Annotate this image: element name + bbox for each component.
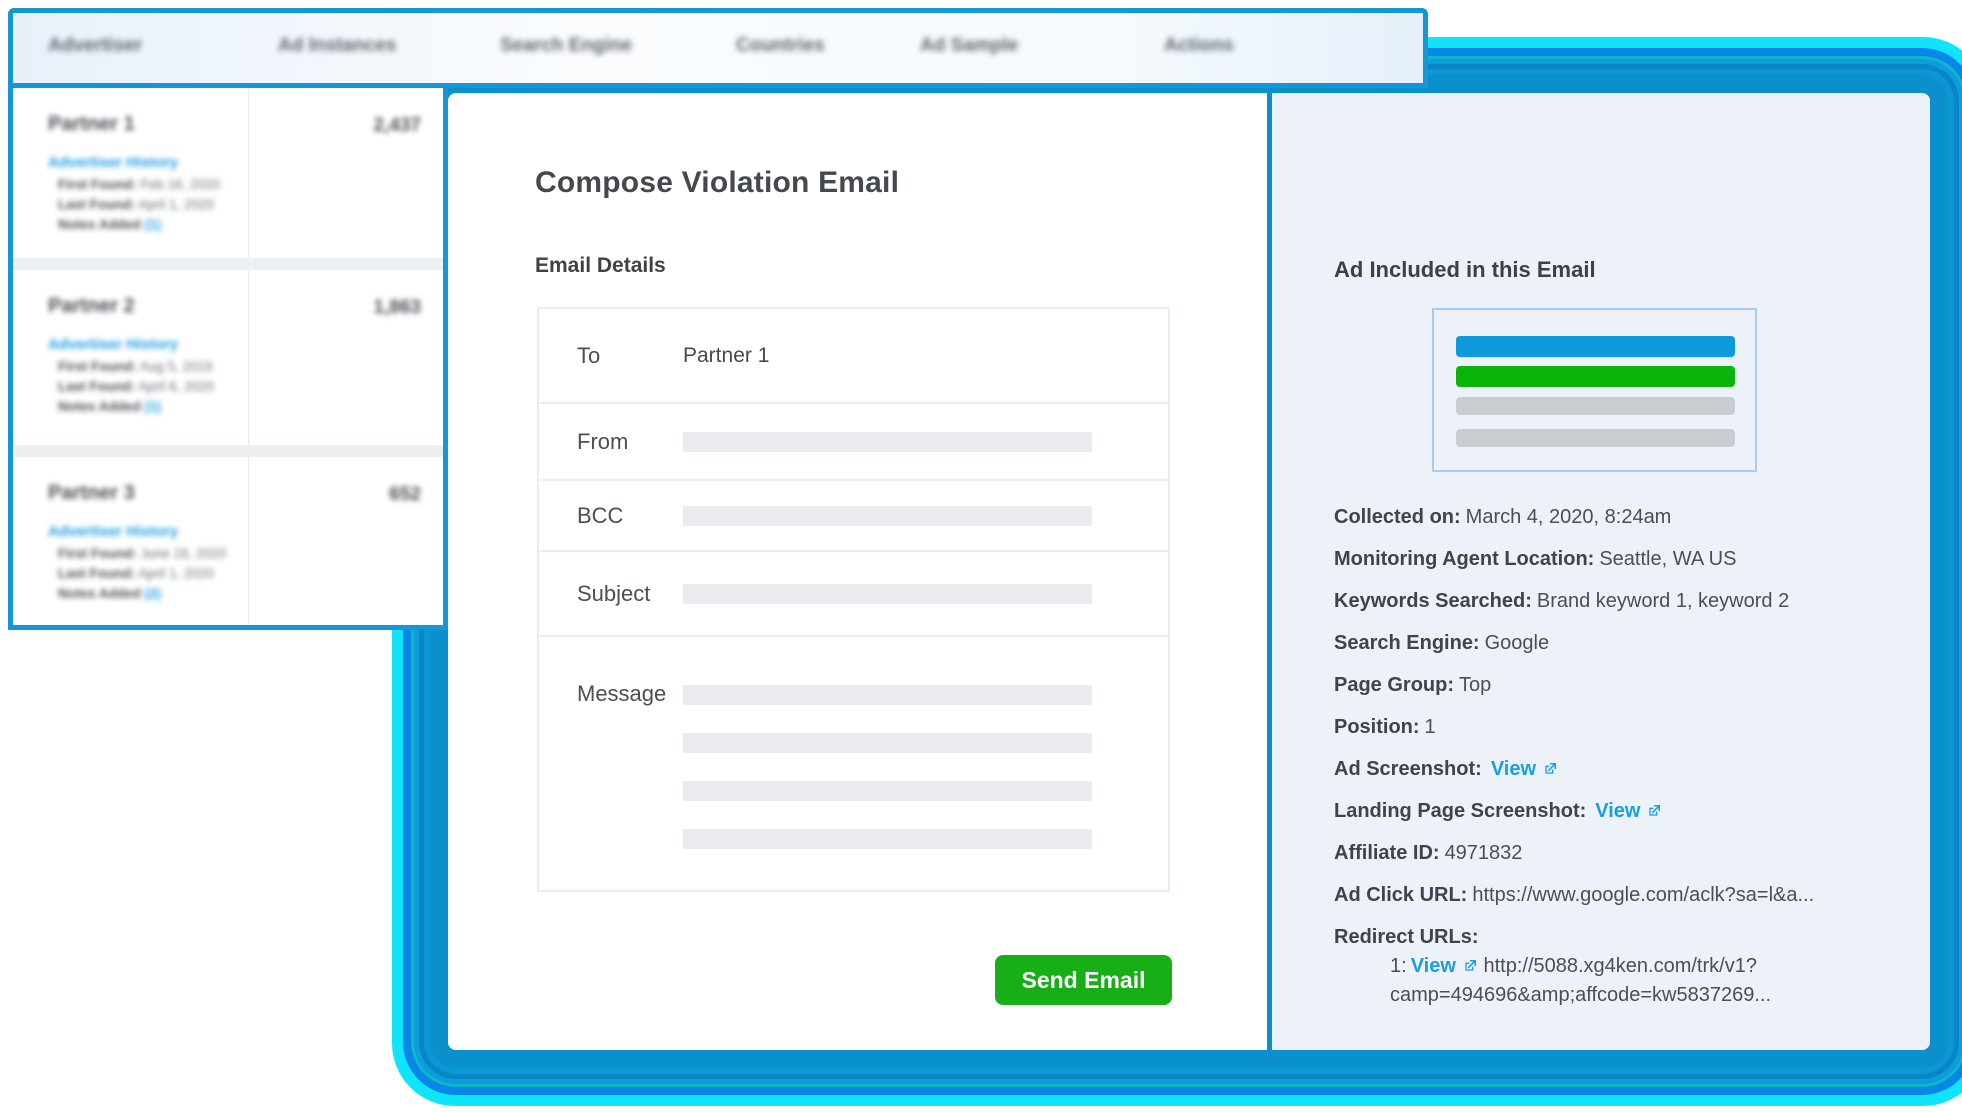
message-line: [683, 733, 1092, 753]
notes-added: Notes Added (1): [58, 217, 161, 232]
message-line: [683, 685, 1092, 705]
notes-added: Notes Added (2): [58, 586, 161, 601]
advertiser-history-link[interactable]: Advertiser History: [48, 336, 178, 353]
notes-count-link[interactable]: (1): [145, 217, 162, 232]
advertiser-name: Partner 1: [48, 113, 135, 136]
advertiser-table-rows: Partner 1 2,437 Advertiser History First…: [8, 88, 448, 630]
ad-detail-list: Collected on:March 4, 2020, 8:24am Monit…: [1334, 496, 1930, 1010]
detail-page-group: Page Group:Top: [1334, 664, 1930, 706]
email-details-heading: Email Details: [535, 253, 1267, 279]
external-link-icon[interactable]: [1542, 761, 1558, 777]
ad-text-bar: [1456, 429, 1735, 447]
first-found: First Found: June 16, 2020: [58, 546, 226, 561]
message-row: Message: [539, 635, 1168, 890]
message-label: Message: [539, 637, 683, 707]
column-header-advertiser: Advertiser: [48, 35, 142, 57]
compose-email-window: Compose Violation Email Email Details To…: [430, 75, 1948, 1068]
ad-instances-value: 2,437: [373, 115, 421, 137]
last-found: Last Found: April 1, 2020: [58, 566, 214, 581]
ad-preview-thumbnail: [1432, 308, 1757, 472]
advertiser-name: Partner 2: [48, 295, 135, 318]
subject-row: Subject: [539, 550, 1168, 635]
send-email-button[interactable]: Send Email: [995, 955, 1172, 1005]
notes-count-link[interactable]: (2): [145, 586, 162, 601]
bcc-label: BCC: [539, 503, 683, 529]
first-found: First Found: Aug 5, 2019: [58, 359, 213, 374]
notes-added: Notes Added (1): [58, 399, 161, 414]
message-line: [683, 781, 1092, 801]
from-row: From: [539, 402, 1168, 479]
column-header-search-engine: Search Engine: [500, 35, 632, 57]
email-form: To Partner 1 From BCC Subject Message: [537, 307, 1170, 892]
advertiser-history-link[interactable]: Advertiser History: [48, 154, 178, 171]
ad-headline-bar: [1456, 336, 1735, 357]
modal-title: Compose Violation Email: [448, 93, 1267, 201]
row-divider: [13, 258, 443, 270]
advertiser-table-header: Advertiser Ad Instances Search Engine Co…: [8, 8, 1428, 88]
view-ad-screenshot-link[interactable]: View: [1491, 758, 1536, 780]
message-line: [683, 829, 1092, 849]
ad-included-panel: Ad Included in this Email Collected on:M…: [1272, 93, 1930, 1050]
from-input[interactable]: [683, 432, 1092, 452]
bcc-row: BCC: [539, 479, 1168, 550]
last-found: Last Found: April 6, 2020: [58, 379, 214, 394]
column-header-countries: Countries: [736, 35, 825, 57]
first-found: First Found: Feb 16, 2020: [58, 177, 220, 192]
advertiser-name: Partner 3: [48, 482, 135, 505]
redirect-url-text: http://5088.xg4ken.com/trk/v1?: [1483, 955, 1757, 977]
from-label: From: [539, 429, 683, 455]
column-header-ad-instances: Ad Instances: [278, 35, 396, 57]
external-link-icon[interactable]: [1646, 803, 1662, 819]
panel-title: Ad Included in this Email: [1334, 258, 1930, 282]
advertiser-history-link[interactable]: Advertiser History: [48, 523, 178, 540]
redirect-url-item: 1:View http://5088.xg4ken.com/trk/v1? ca…: [1334, 952, 1930, 1010]
app-screenshot: Compose Violation Email Email Details To…: [0, 0, 1962, 1112]
subject-input[interactable]: [683, 584, 1092, 604]
detail-ad-screenshot: Ad Screenshot:View: [1334, 748, 1930, 790]
subject-label: Subject: [539, 581, 683, 607]
redirect-index: 1:: [1390, 955, 1407, 977]
detail-position: Position:1: [1334, 706, 1930, 748]
column-header-actions: Actions: [1164, 35, 1234, 57]
ad-url-bar: [1456, 366, 1735, 387]
detail-collected-on: Collected on:March 4, 2020, 8:24am: [1334, 496, 1930, 538]
detail-affiliate-id: Affiliate ID:4971832: [1334, 832, 1930, 874]
ad-instances-value: 1,863: [373, 297, 421, 319]
external-link-icon[interactable]: [1462, 958, 1478, 974]
message-input[interactable]: [683, 637, 1092, 877]
detail-ad-click-url: Ad Click URL:https://www.google.com/aclk…: [1334, 874, 1930, 916]
ad-text-bar: [1456, 397, 1735, 415]
detail-agent-location: Monitoring Agent Location:Seattle, WA US: [1334, 538, 1930, 580]
table-row[interactable]: Partner 1 2,437 Advertiser History First…: [13, 88, 443, 258]
column-header-ad-sample: Ad Sample: [920, 35, 1018, 57]
advertiser-table-header-labels: Advertiser Ad Instances Search Engine Co…: [13, 13, 1423, 83]
row-divider: [13, 445, 443, 457]
last-found: Last Found: April 1, 2020: [58, 197, 214, 212]
detail-keywords: Keywords Searched:Brand keyword 1, keywo…: [1334, 580, 1930, 622]
bcc-input[interactable]: [683, 506, 1092, 526]
table-row[interactable]: Partner 2 1,863 Advertiser History First…: [13, 270, 443, 445]
ad-instances-value: 652: [389, 484, 421, 506]
compose-email-modal: Compose Violation Email Email Details To…: [448, 93, 1272, 1050]
detail-landing-screenshot: Landing Page Screenshot:View: [1334, 790, 1930, 832]
to-value[interactable]: Partner 1: [683, 344, 769, 368]
to-row: To Partner 1: [539, 309, 1168, 402]
view-redirect-link[interactable]: View: [1411, 955, 1456, 977]
detail-search-engine: Search Engine:Google: [1334, 622, 1930, 664]
table-row[interactable]: Partner 3 652 Advertiser History First F…: [13, 457, 443, 625]
to-label: To: [539, 343, 683, 369]
view-landing-screenshot-link[interactable]: View: [1595, 800, 1640, 822]
notes-count-link[interactable]: (1): [145, 399, 162, 414]
redirect-url-text: camp=494696&amp;affcode=kw5837269...: [1390, 984, 1771, 1006]
